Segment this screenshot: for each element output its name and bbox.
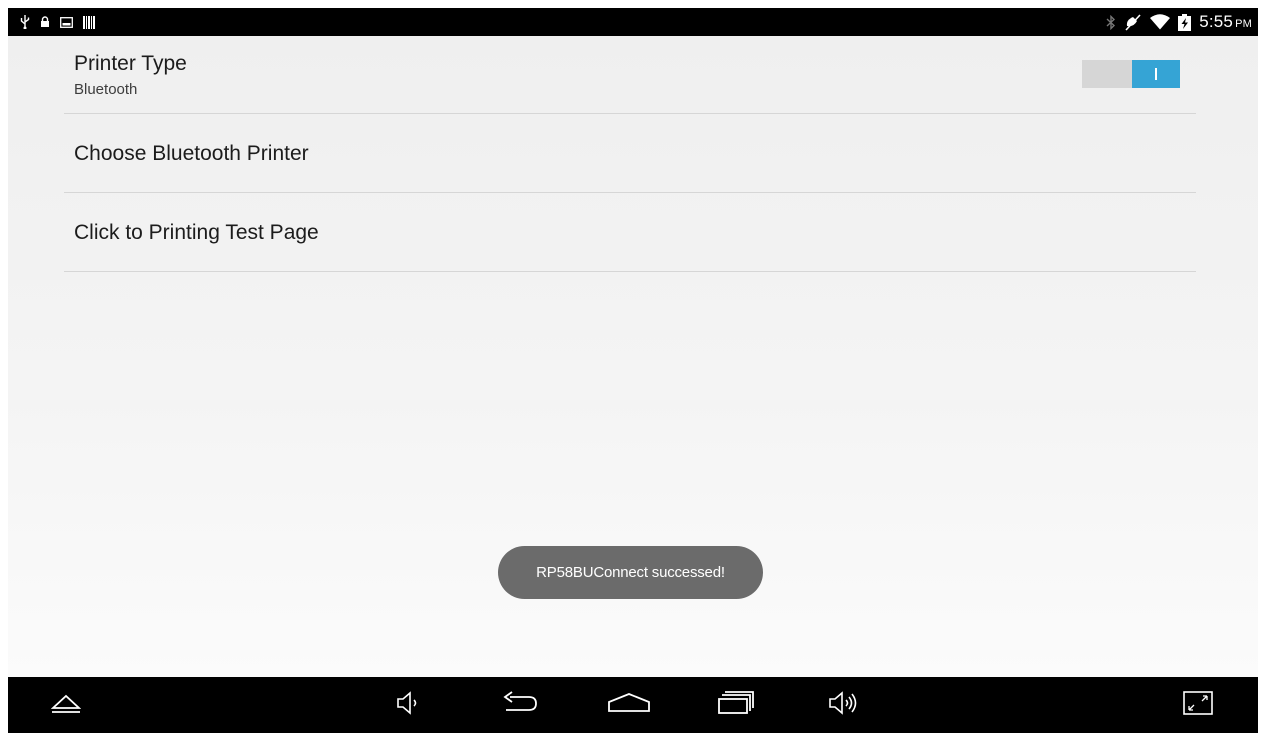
lock-icon [40, 16, 50, 28]
volume-up-icon [827, 690, 861, 721]
navigation-bar [8, 677, 1258, 733]
settings-screen: Printer Type Bluetooth Choose Bluetooth … [8, 36, 1258, 677]
home-button[interactable] [607, 687, 651, 723]
choose-bluetooth-printer-setting[interactable]: Choose Bluetooth Printer [64, 114, 1196, 193]
status-bar-system: 5:55 PM [1106, 8, 1252, 36]
image-icon [60, 16, 73, 28]
home-icon [607, 691, 651, 720]
barcode-icon [83, 15, 95, 29]
battery-charging-icon [1178, 13, 1192, 31]
back-button[interactable] [500, 687, 540, 723]
toggle-on-thumb [1132, 60, 1180, 88]
toast-message: RP58BUConnect successed! [498, 546, 763, 599]
wifi-icon [1150, 14, 1171, 30]
recent-apps-button[interactable] [717, 687, 757, 723]
volume-down-icon [395, 690, 421, 720]
printer-type-setting[interactable]: Printer Type Bluetooth [64, 36, 1196, 114]
screen-toggle-button[interactable] [1178, 687, 1218, 723]
choose-bluetooth-printer-title: Choose Bluetooth Printer [74, 142, 309, 165]
bluetooth-icon [1106, 14, 1116, 30]
clock-time: 5:55 [1199, 12, 1234, 31]
volume-up-button[interactable] [824, 687, 864, 723]
usb-icon [20, 15, 30, 29]
status-bar-notifications [20, 8, 95, 36]
status-clock: 5:55 PM [1199, 12, 1252, 32]
screen-toggle-icon [1183, 690, 1213, 720]
back-icon [501, 690, 539, 720]
printer-type-summary: Bluetooth [74, 81, 138, 98]
recent-apps-icon [717, 690, 757, 721]
printing-test-page-title: Click to Printing Test Page [74, 221, 319, 244]
printer-type-toggle[interactable] [1082, 60, 1180, 88]
clock-ampm: PM [1235, 18, 1252, 30]
screen: 5:55 PM Printer Type Bluetooth Choose Blu… [0, 0, 1262, 733]
volume-down-button[interactable] [388, 687, 428, 723]
printing-test-page-setting[interactable]: Click to Printing Test Page [64, 193, 1196, 272]
hide-bar-icon [50, 691, 82, 720]
hide-bar-button[interactable] [46, 687, 86, 723]
status-bar: 5:55 PM [8, 8, 1258, 36]
mute-icon [1124, 13, 1142, 31]
printer-type-title: Printer Type [74, 52, 187, 75]
